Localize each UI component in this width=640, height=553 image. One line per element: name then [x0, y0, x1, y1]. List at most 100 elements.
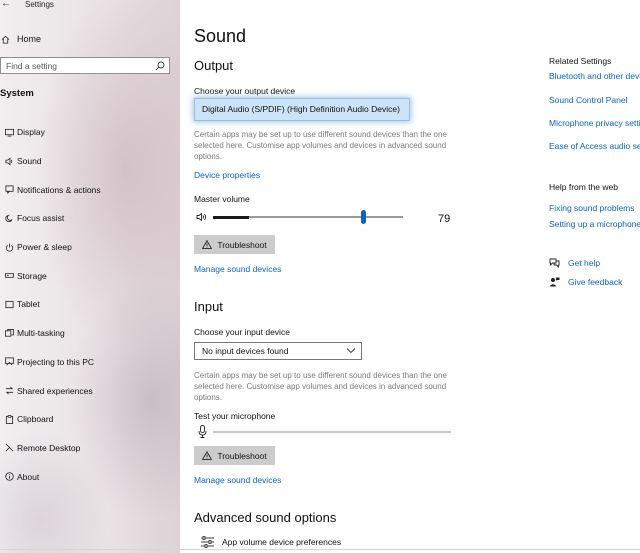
troubleshoot-label: Troubleshoot [217, 239, 267, 250]
sidebar-item-label: Focus assist [17, 213, 65, 224]
search-icon[interactable] [155, 61, 165, 71]
related-link-ease-of-access-audio[interactable]: Ease of Access audio settings [549, 141, 640, 151]
input-description: Certain apps may be set up to use differ… [194, 371, 447, 402]
search-input[interactable] [1, 60, 149, 71]
clipboard-icon [1, 414, 17, 424]
about-icon [1, 472, 17, 481]
sidebar-item-label: About [17, 471, 40, 482]
test-microphone-label: Test your microphone [194, 411, 276, 421]
microphone-level-meter [213, 431, 451, 433]
input-manage-sound-devices-link[interactable]: Manage sound devices [194, 475, 281, 485]
master-volume-value: 79 [438, 213, 451, 225]
master-volume-slider[interactable] [213, 210, 403, 224]
sidebar-item-label: Projecting to this PC [17, 356, 95, 367]
microphone-icon [198, 425, 207, 438]
output-heading: Output [194, 58, 234, 73]
chevron-down-icon [346, 348, 356, 354]
home-icon [1, 35, 10, 44]
tablet-icon [1, 300, 17, 309]
home-label: Home [17, 34, 42, 44]
section-title: System [0, 88, 34, 99]
input-troubleshoot-button[interactable]: Troubleshoot [194, 446, 275, 465]
sidebar-item-projecting[interactable]: Projecting to this PC [0, 348, 180, 377]
related-settings-panel: Related Settings Bluetooth and other dev… [540, 0, 640, 553]
page-title: Sound [194, 26, 247, 46]
sidebar-item-focus-assist[interactable]: Focus assist [0, 204, 180, 233]
help-heading: Help from the web [549, 182, 618, 192]
related-settings-heading: Related Settings [549, 56, 612, 66]
back-arrow-icon[interactable]: ← [1, 0, 11, 9]
volume-peak-meter [213, 215, 250, 219]
output-manage-sound-devices-link[interactable]: Manage sound devices [194, 264, 281, 274]
sidebar-item-storage[interactable]: Storage [0, 261, 180, 290]
remote-desktop-icon [1, 443, 17, 452]
sidebar-item-label: Power & sleep [17, 242, 72, 253]
volume-slider-thumb[interactable] [360, 210, 366, 224]
sidebar-item-display[interactable]: Display [0, 118, 180, 147]
sidebar-item-remote-desktop[interactable]: Remote Desktop [0, 434, 180, 463]
search-box[interactable] [0, 57, 170, 74]
projecting-icon [1, 357, 17, 366]
app-volume-preferences[interactable]: App volume device preferences [200, 536, 341, 548]
sidebar-item-label: Tablet [17, 299, 40, 310]
sidebar-item-sound[interactable]: Sound [0, 147, 180, 176]
sound-icon [1, 157, 17, 166]
input-device-dropdown[interactable]: No input devices found [194, 342, 362, 360]
get-help-link[interactable]: Get help [549, 258, 600, 268]
sidebar-item-notifications[interactable]: Notifications & actions [0, 175, 180, 204]
sidebar-item-multitasking[interactable]: Multi-tasking [0, 319, 180, 348]
sidebar-item-label: Remote Desktop [17, 442, 81, 453]
sidebar-item-label: Clipboard [17, 414, 54, 425]
sidebar-item-power-sleep[interactable]: Power & sleep [0, 233, 180, 262]
chat-bubble-icon [549, 258, 560, 268]
shared-experiences-icon [1, 386, 17, 395]
home-nav-item[interactable]: Home [0, 31, 41, 47]
sidebar-nav: Display Sound Notifications & actions Fo… [0, 118, 180, 491]
input-device-label: Choose your input device [194, 327, 290, 337]
help-link-fixing-sound[interactable]: Fixing sound problems [549, 203, 635, 213]
sidebar-item-label: Shared experiences [17, 385, 93, 396]
notifications-icon [1, 185, 17, 195]
focus-assist-icon [1, 214, 17, 223]
warning-icon [202, 451, 213, 460]
mixer-icon [201, 536, 214, 548]
input-heading: Input [194, 299, 223, 314]
help-link-setting-up-microphone[interactable]: Setting up a microphone [549, 219, 640, 229]
sidebar-item-label: Multi-tasking [17, 328, 65, 339]
sidebar-item-tablet[interactable]: Tablet [0, 290, 180, 319]
related-link-sound-control-panel[interactable]: Sound Control Panel [549, 95, 627, 105]
troubleshoot-label: Troubleshoot [217, 450, 267, 461]
input-device-selected: No input devices found [202, 346, 289, 356]
sidebar-item-label: Storage [17, 270, 47, 281]
title-bar: ← Settings [0, 0, 180, 12]
sidebar-item-label: Notifications & actions [17, 184, 101, 195]
main-content: Sound Output Choose your output device D… [180, 0, 540, 553]
app-volume-label: App volume device preferences [222, 537, 342, 547]
advanced-sound-heading: Advanced sound options [194, 510, 337, 525]
master-volume-label: Master volume [194, 194, 250, 204]
storage-icon [1, 271, 17, 280]
sidebar-item-clipboard[interactable]: Clipboard [0, 405, 180, 434]
window-title: Settings [25, 0, 54, 9]
give-feedback-label: Give feedback [568, 277, 623, 287]
output-device-label: Choose your output device [194, 86, 296, 96]
output-description: Certain apps may be set up to use differ… [194, 130, 447, 161]
display-icon [1, 128, 17, 137]
multitasking-icon [1, 328, 17, 338]
speaker-icon[interactable] [196, 212, 208, 222]
get-help-label: Get help [568, 258, 601, 268]
sidebar-item-about[interactable]: About [0, 462, 180, 491]
sidebar: ← Settings Home System Display Sound Not… [0, 0, 180, 553]
related-link-bluetooth[interactable]: Bluetooth and other devices [549, 71, 640, 81]
feedback-person-icon [549, 277, 560, 287]
sidebar-item-shared-experiences[interactable]: Shared experiences [0, 376, 180, 405]
output-device-dropdown[interactable]: Digital Audio (S/PDIF) (High Definition … [194, 98, 410, 121]
power-icon [1, 243, 17, 252]
sidebar-item-label: Display [17, 127, 45, 138]
sidebar-item-label: Sound [17, 156, 42, 167]
give-feedback-link[interactable]: Give feedback [549, 277, 622, 287]
output-troubleshoot-button[interactable]: Troubleshoot [194, 235, 275, 254]
related-link-microphone-privacy[interactable]: Microphone privacy settings [549, 118, 640, 128]
device-properties-link[interactable]: Device properties [194, 170, 260, 180]
warning-icon [202, 240, 213, 249]
